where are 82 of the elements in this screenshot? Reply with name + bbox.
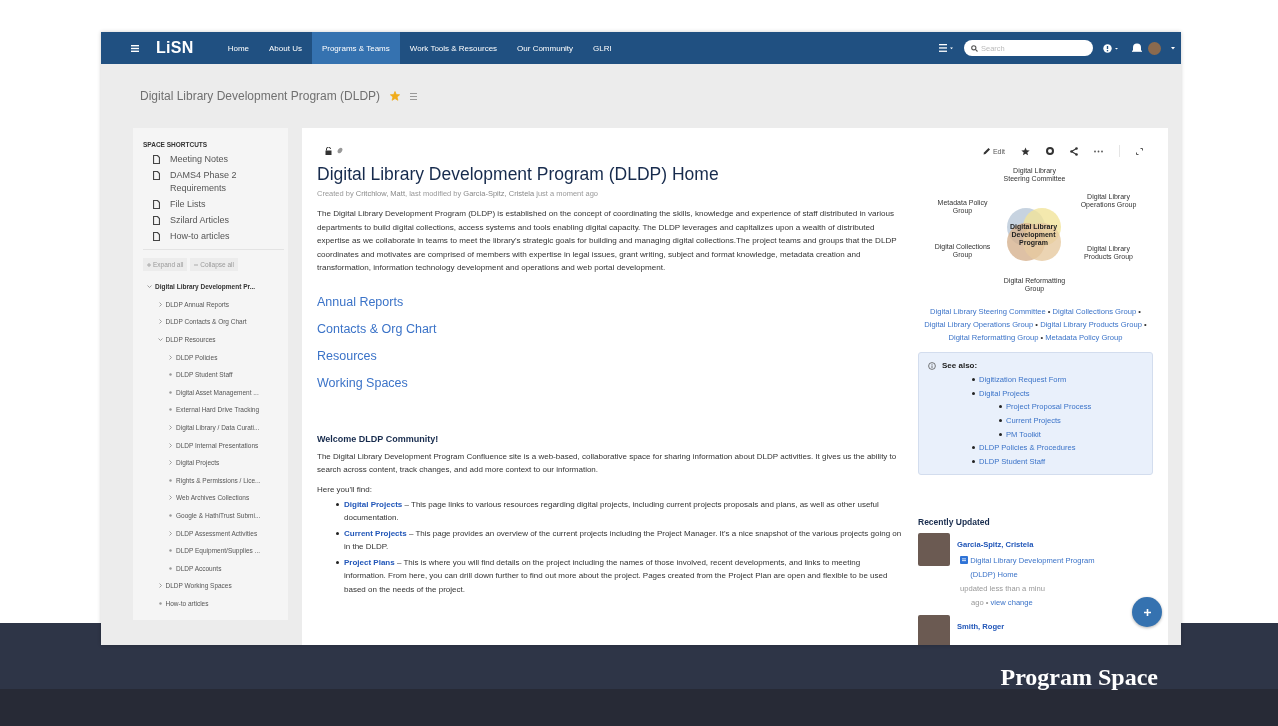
photo-placeholder bbox=[918, 533, 950, 567]
search-icon bbox=[971, 44, 978, 52]
bullet bbox=[999, 405, 1002, 409]
nav-tab[interactable]: Programs & Teams bbox=[311, 32, 400, 64]
bullet-icon bbox=[169, 390, 172, 394]
chevron-right-icon[interactable] bbox=[168, 442, 173, 448]
logo[interactable]: LiSN bbox=[156, 39, 194, 57]
nav-tab[interactable]: Work Tools & Resources bbox=[399, 32, 508, 64]
minus-icon bbox=[194, 262, 199, 267]
chevron-right-icon[interactable] bbox=[157, 301, 163, 307]
watch-icon[interactable] bbox=[1046, 147, 1054, 155]
pencil-icon bbox=[982, 147, 991, 155]
section-link[interactable]: Resources bbox=[317, 346, 377, 365]
bullet bbox=[999, 419, 1002, 423]
page-icon bbox=[960, 556, 968, 565]
list-item-text: Digital Projects – This page links to various resources regarding digital projects, including current projects proposals and plans, as well as other useful documentation. bbox=[344, 498, 880, 524]
shortcut-link[interactable]: How-to articles bbox=[170, 230, 275, 243]
bullet-icon bbox=[169, 566, 172, 570]
page-title: Digital Library Development Program (DLDP) Home bbox=[317, 163, 720, 186]
expand-icon[interactable] bbox=[1136, 147, 1143, 155]
caret-icon[interactable] bbox=[1171, 46, 1175, 50]
info-icon bbox=[928, 361, 936, 370]
plus-icon bbox=[1142, 607, 1152, 617]
list-item-text: Current Projects – This page provides an overview of the current projects including the Project Manager. It's a nice snapshot of the various projects going on in the DLDP. bbox=[344, 527, 902, 553]
chevron-right-icon[interactable] bbox=[168, 460, 173, 466]
shortcut-link[interactable]: Meeting Notes bbox=[170, 153, 275, 166]
bullet bbox=[972, 446, 975, 450]
page-link[interactable]: Current Projects bbox=[344, 528, 407, 538]
lock-icon[interactable] bbox=[325, 146, 332, 155]
list-intro: Here you'll find: bbox=[317, 483, 373, 496]
page-link[interactable]: Digital Projects bbox=[344, 499, 403, 509]
shortcut-link[interactable]: File Lists bbox=[170, 198, 275, 211]
bullet bbox=[972, 459, 975, 463]
nav-tab[interactable]: GLRI bbox=[583, 32, 622, 64]
bullet-icon bbox=[169, 478, 172, 482]
bullet-icon bbox=[158, 602, 162, 605]
intro-paragraph: The Digital Library Development Program (DLDP) is established on the concept of coordinating the skills, knowledge and experience of staff distributed in various departments to build digital collections, access systems and tools enabling digital capacity. The DLDP leverages and capitalizes upon a wealth of distributed expertise as we collaborate in teams to meet the library's strategic goals for building and managing digital collections.The project teams and groups that the DLDP coordinates and motivates are comprised of members with expertise in legal issues, grant writing, subject and format knowledge, metadata creation and transformation, information technology development and operations and web portal development. bbox=[317, 208, 898, 274]
chevron-right-icon[interactable] bbox=[157, 319, 163, 325]
list-menu-icon[interactable] bbox=[939, 44, 954, 52]
bullet bbox=[999, 432, 1002, 436]
star-icon[interactable] bbox=[390, 91, 401, 101]
photo-placeholder bbox=[918, 615, 950, 645]
bullet-icon bbox=[169, 373, 172, 377]
section-heading: Recently Updated bbox=[918, 517, 991, 528]
chevron-right-icon[interactable] bbox=[168, 354, 173, 360]
nav-tab[interactable]: About Us bbox=[259, 32, 312, 64]
bullet bbox=[336, 560, 339, 564]
list-item-text: Project Plans – This is where you will find details on the project including the names of those involved, recent developments, and links to meeting information. From here, you can drill down further to find out more about the project. Pages created from the Project Plan are open and flexible to be used based on the needs of the project. bbox=[344, 556, 889, 596]
welcome-paragraph: The Digital Library Development Program Confluence site is a web-based, collaborative space for sharing information about DLDP activities. It gives us the ability to search across content, track changes, and add more context to our information. bbox=[317, 450, 898, 476]
chevron-right-icon[interactable] bbox=[168, 495, 173, 501]
nav-tab[interactable]: Our Community bbox=[507, 32, 584, 64]
section-link[interactable]: Working Spaces bbox=[317, 373, 408, 392]
venn-circles-drawing bbox=[1006, 208, 1061, 261]
page-link[interactable]: Project Plans bbox=[344, 557, 395, 567]
section-heading: Welcome DLDP Community! bbox=[317, 433, 440, 444]
plus-icon bbox=[147, 262, 151, 267]
nav-tab[interactable]: Home bbox=[217, 32, 259, 64]
chevron-down-icon[interactable] bbox=[157, 337, 163, 343]
chevron-down-icon[interactable] bbox=[147, 284, 152, 290]
bullet-icon bbox=[169, 514, 172, 517]
bullet bbox=[972, 391, 975, 395]
space-title: Digital Library Development Program (DLDP) bbox=[140, 89, 381, 103]
bell-icon[interactable] bbox=[1130, 43, 1144, 53]
chevron-right-icon[interactable] bbox=[157, 583, 163, 589]
bullet bbox=[336, 502, 339, 506]
menu-icon[interactable] bbox=[131, 44, 139, 52]
star-icon[interactable] bbox=[1021, 146, 1030, 156]
slide-caption: Program Space bbox=[1000, 663, 1158, 691]
section-link[interactable]: Contacts & Org Chart bbox=[317, 319, 437, 338]
help-icon[interactable] bbox=[1103, 43, 1120, 53]
section-link[interactable]: Annual Reports bbox=[317, 292, 404, 311]
panel-title: See also: bbox=[942, 361, 978, 370]
bullet-icon bbox=[169, 549, 172, 553]
shortcut-link[interactable]: Szilard Articles bbox=[170, 214, 275, 227]
bullet bbox=[336, 531, 339, 535]
bullet bbox=[972, 378, 975, 382]
shortcut-link[interactable]: DAMS4 Phase 2 Requirements bbox=[170, 169, 275, 195]
chevron-right-icon[interactable] bbox=[168, 530, 173, 536]
chevron-right-icon[interactable] bbox=[168, 425, 173, 431]
share-icon[interactable] bbox=[1070, 146, 1078, 156]
more-icon[interactable] bbox=[1094, 149, 1103, 153]
bullet-icon bbox=[169, 408, 172, 412]
